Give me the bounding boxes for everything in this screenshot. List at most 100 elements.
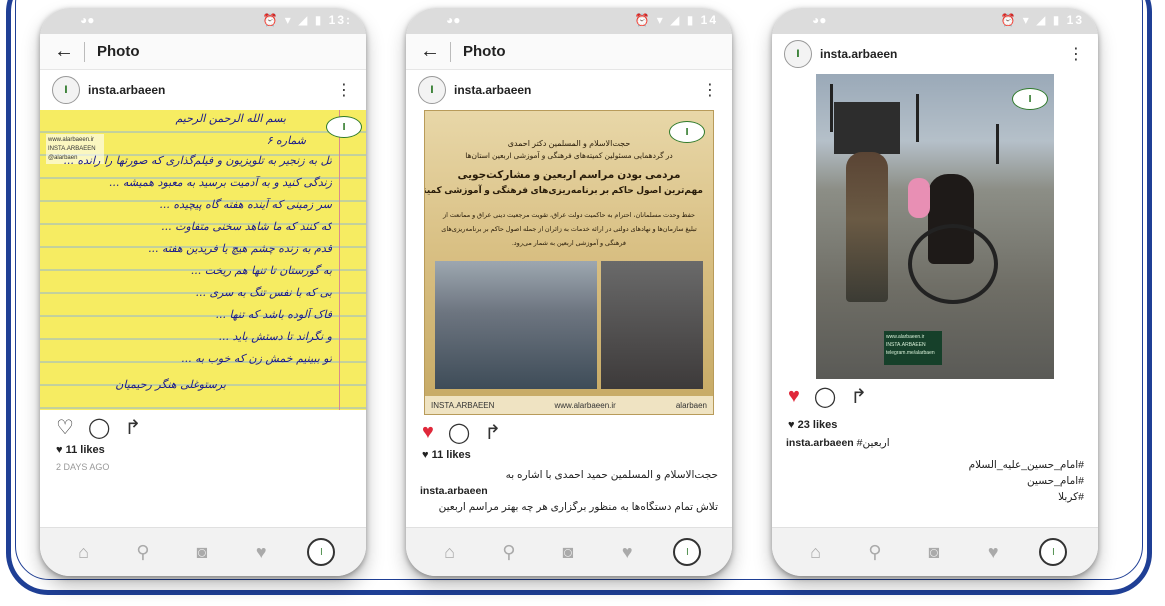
man-figure — [846, 152, 888, 302]
phone-1: ◕● ⏰ ▾ ◢ ▮ 13: ← Photo ا insta.arbaeen ⋮… — [40, 8, 366, 576]
flag-pole — [996, 124, 999, 164]
likes-count[interactable]: ♥ 11 likes — [40, 444, 366, 456]
bottom-nav: ⌂ ⚲ ◙ ♥ ا — [772, 527, 1098, 576]
status-left: ◕● — [812, 13, 827, 27]
logo-icon: ا — [1012, 88, 1048, 110]
poster-headline2: مهم‌ترین اصول حاکم بر برنامه‌ریزی‌های فر… — [424, 185, 703, 195]
footer-url: www.alarbaeen.ir — [554, 400, 616, 410]
divider — [450, 41, 451, 62]
username[interactable]: insta.arbaeen — [454, 83, 531, 97]
status-right: ⏰ ▾ ◢ ▮ 14 — [634, 13, 718, 27]
child-figure — [908, 178, 930, 218]
poster-footer: INSTA.ARBAEEN www.alarbaeen.ir alarbaen — [425, 396, 713, 414]
phone-3: ◕● ⏰ ▾ ◢ ▮ 13 ا insta.arbaeen ⋮ ا www.al… — [772, 8, 1098, 576]
divider — [84, 41, 85, 62]
poster-body2: تبلیغ سازمان‌ها و نهادهای دولتی در ارائه… — [441, 226, 697, 233]
poster-line2: در گردهمایی مسئولین کمیته‌های فرهنگی و آ… — [465, 151, 673, 160]
watermark-insta: INSTA.ARBAEEN — [48, 146, 96, 152]
profile-avatar-icon[interactable]: ا — [307, 538, 336, 566]
heart-nav-icon[interactable]: ♥ — [614, 542, 640, 563]
banner-telegram: telegram.me/alarbaen — [886, 350, 935, 356]
camera-icon[interactable]: ◙ — [555, 542, 581, 563]
action-bar: ♥ ◯ ↱ — [406, 415, 732, 449]
hashtag[interactable]: #امام_حسین — [772, 475, 1098, 487]
comment-icon[interactable]: ◯ — [88, 415, 110, 440]
comment-icon[interactable]: ◯ — [448, 420, 470, 445]
post-photo: ا حجت‌الاسلام و المسلمین دکتر احمدی در گ… — [424, 110, 714, 415]
share-arrow-icon[interactable]: ↱ — [850, 384, 867, 409]
note-line: تل به زنجیر به تلویزیون و فیلم‌گذاری که … — [63, 154, 332, 167]
status-bar: ◕● ⏰ ▾ ◢ ▮ 14 — [406, 8, 732, 34]
note-number: شماره ۶ — [266, 134, 306, 147]
note-line: فاک آلوده باشد که تنها ... — [215, 308, 332, 321]
username[interactable]: insta.arbaeen — [820, 47, 897, 61]
note-line: زندگی کنید و به آدمیت برسید به معبود همی… — [108, 176, 332, 189]
share-arrow-icon[interactable]: ↱ — [124, 415, 141, 440]
status-bar: ◕● ⏰ ▾ ◢ ▮ 13 — [772, 8, 1098, 34]
camera-icon[interactable]: ◙ — [189, 542, 215, 563]
poster-body1: حفظ وحدت مسلمانان، احترام به حاکمیت دولت… — [442, 212, 696, 219]
note-line: سر زمینی که آینده هفته گاه پیچیده ... — [159, 198, 332, 211]
status-right: ⏰ ▾ ◢ ▮ 13: — [262, 13, 352, 27]
avatar[interactable]: ا — [418, 76, 446, 104]
poster-headline1: مردمی بودن مراسم اربعین و مشارکت‌جویی — [457, 169, 681, 181]
status-right: ⏰ ▾ ◢ ▮ 13 — [1000, 13, 1084, 27]
bottom-nav: ⌂ ⚲ ◙ ♥ ا — [40, 527, 366, 576]
search-icon[interactable]: ⚲ — [862, 542, 888, 563]
search-icon[interactable]: ⚲ — [496, 542, 522, 563]
home-icon[interactable]: ⌂ — [803, 542, 829, 563]
logo-icon: ا — [326, 116, 362, 138]
bottom-nav: ⌂ ⚲ ◙ ♥ ا — [406, 527, 732, 576]
notepad-margin — [339, 110, 340, 410]
likes-count[interactable]: ♥ 23 likes — [772, 419, 1098, 431]
profile-avatar-icon[interactable]: ا — [673, 538, 702, 566]
top-bar: ← Photo — [40, 34, 366, 70]
comment-icon[interactable]: ◯ — [814, 384, 836, 409]
back-arrow-icon[interactable]: ← — [420, 40, 446, 63]
back-arrow-icon[interactable]: ← — [54, 40, 80, 63]
like-heart-icon[interactable]: ♡ — [56, 415, 74, 440]
note-line: قدم به زنده چشم هیچ یا فریدین هفته ... — [148, 242, 332, 255]
likes-count[interactable]: ♥ 11 likes — [406, 449, 732, 461]
footer-insta: INSTA.ARBAEEN — [431, 400, 495, 410]
phone-2: ◕● ⏰ ▾ ◢ ▮ 14 ← Photo ا insta.arbaeen ⋮ … — [406, 8, 732, 576]
footer-handle: alarbaen — [675, 400, 707, 410]
meeting-photo — [435, 261, 598, 389]
avatar[interactable]: ا — [784, 40, 812, 68]
profile-avatar-icon[interactable]: ا — [1039, 538, 1068, 566]
camera-icon[interactable]: ◙ — [921, 542, 947, 563]
caption-user[interactable]: insta.arbaeen — [786, 437, 854, 449]
note-line: به گورستان تا تنها هم ریخت ... — [190, 264, 332, 277]
caption-user[interactable]: insta.arbaeen — [406, 485, 732, 497]
note-line: تو ببینیم خمش زن که خوب به ... — [181, 352, 332, 365]
portrait-photo — [601, 261, 703, 389]
caption-tag[interactable]: #اربعین — [857, 437, 890, 449]
home-icon[interactable]: ⌂ — [71, 542, 97, 563]
avatar[interactable]: ا — [52, 76, 80, 104]
wheelchair-shape — [908, 224, 998, 304]
home-icon[interactable]: ⌂ — [437, 542, 463, 563]
like-heart-icon[interactable]: ♥ — [788, 385, 800, 408]
more-options-icon[interactable]: ⋮ — [702, 80, 718, 100]
heart-nav-icon[interactable]: ♥ — [248, 542, 274, 563]
hashtag[interactable]: #کربلا — [772, 491, 1098, 503]
post-header: ا insta.arbaeen ⋮ — [406, 70, 732, 110]
share-arrow-icon[interactable]: ↱ — [484, 420, 501, 445]
post-photo: ا www.alarbaeen.ir INSTA.ARBAEEN telegra… — [816, 74, 1054, 379]
poster-body3: فرهنگی و آموزشی اربعین به شمار می‌رود. — [511, 240, 626, 247]
note-line: که کنند که ما شاهد سخنی متفاوت ... — [161, 220, 332, 233]
top-bar: ← Photo — [406, 34, 732, 70]
action-bar: ♥ ◯ ↱ — [772, 379, 1098, 413]
more-options-icon[interactable]: ⋮ — [1068, 44, 1084, 64]
like-heart-icon[interactable]: ♥ — [422, 421, 434, 444]
search-icon[interactable]: ⚲ — [130, 542, 156, 563]
hashtag[interactable]: #امام_حسین_علیه_السلام — [772, 459, 1098, 471]
username[interactable]: insta.arbaeen — [88, 83, 165, 97]
heart-nav-icon[interactable]: ♥ — [980, 542, 1006, 563]
status-left: ◕● — [446, 13, 461, 27]
time-ago: 2 DAYS AGO — [56, 462, 110, 472]
status-bar: ◕● ⏰ ▾ ◢ ▮ 13: — [40, 8, 366, 34]
flag-pole — [830, 84, 833, 132]
truck-shape — [834, 102, 900, 154]
more-options-icon[interactable]: ⋮ — [336, 80, 352, 100]
